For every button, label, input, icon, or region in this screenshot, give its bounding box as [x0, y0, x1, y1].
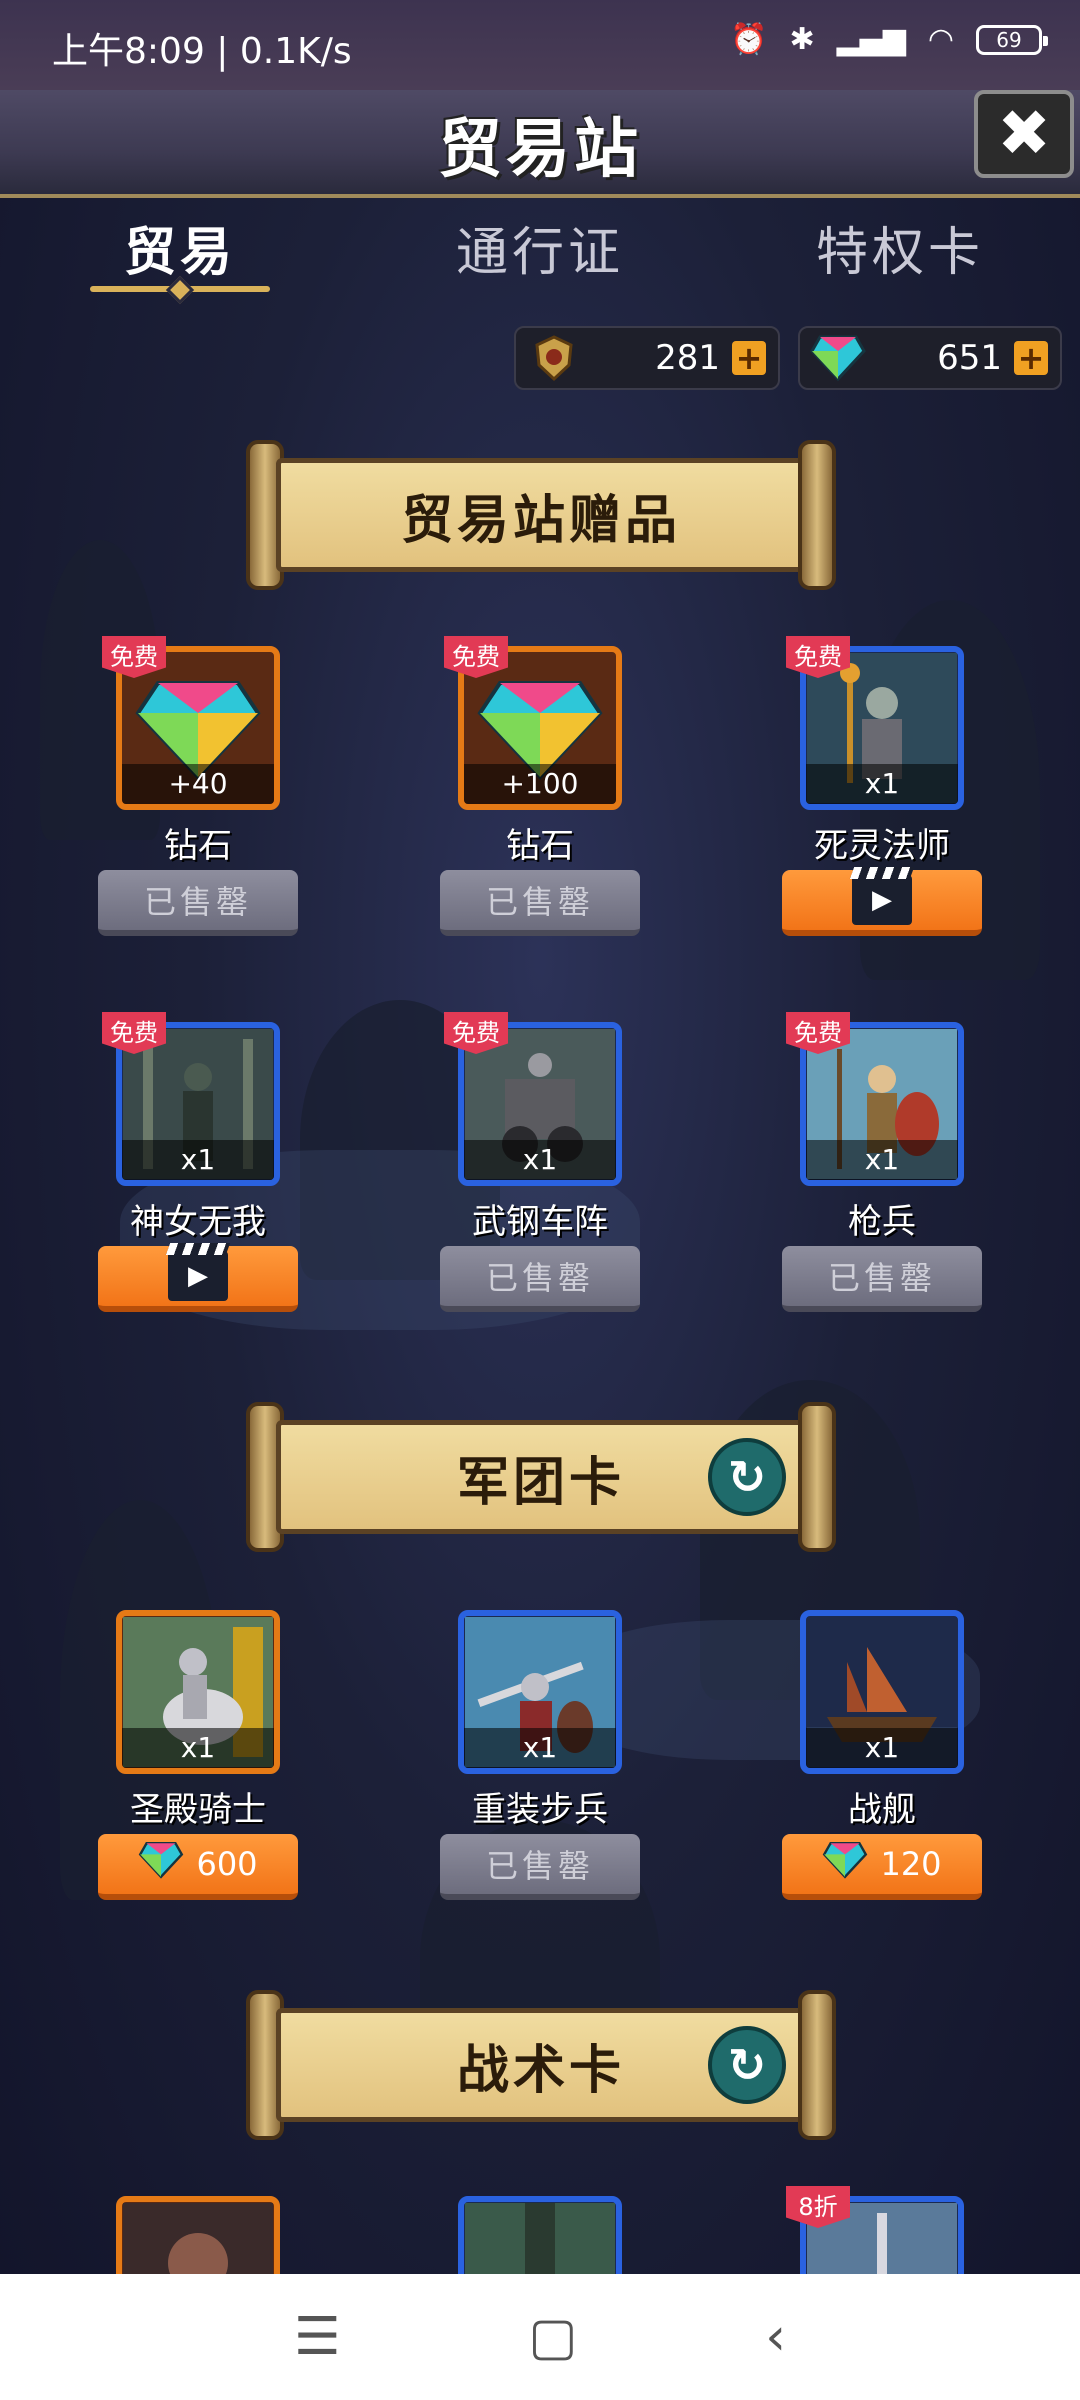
gift-item-goddess[interactable]: x1 免费 神女无我 ▶ — [98, 1012, 298, 1322]
sold-out-button[interactable]: 已售罄 — [440, 1834, 640, 1900]
item-card: x1 — [800, 1610, 964, 1774]
legion-item-heavy-infantry[interactable]: x1 重装步兵 已售罄 — [440, 1610, 640, 1910]
add-diamond-button[interactable]: + — [1014, 341, 1048, 375]
tab-privilege[interactable]: 特权卡 — [780, 210, 1020, 285]
system-nav-bar: ☰ ▢ ‹ — [0, 2274, 1080, 2400]
tactic-art — [122, 2202, 274, 2274]
item-qty: x1 — [122, 1728, 274, 1768]
status-time: 上午8:09 | 0.1K/s — [52, 31, 352, 72]
video-clapper-icon: ▶ — [852, 875, 912, 925]
close-button[interactable]: ✖ — [974, 90, 1074, 178]
status-icons: ⏰ ✱ ▂▄▆ ◠ 69 — [730, 22, 1048, 57]
status-bar: 上午8:09 | 0.1K/s ⏰ ✱ ▂▄▆ ◠ 69 — [0, 0, 1080, 90]
scroll-roll-right — [798, 1990, 836, 2140]
tactics-refresh-button[interactable]: ↻ — [708, 2026, 786, 2104]
legion-item-warship[interactable]: x1 战舰 120 — [782, 1610, 982, 1910]
legion-refresh-button[interactable]: ↻ — [708, 1438, 786, 1516]
price-label: 120 — [880, 1845, 942, 1883]
tab-trade[interactable]: 贸易 — [60, 210, 300, 285]
battery-icon: 69 — [976, 24, 1048, 55]
gifts-banner: 贸易站赠品 — [246, 440, 836, 590]
scroll-roll-right — [798, 1402, 836, 1552]
close-icon: ✖ — [997, 97, 1051, 171]
sold-out-button[interactable]: 已售罄 — [440, 1246, 640, 1312]
item-name: 枪兵 — [848, 1202, 916, 1242]
crest-count: 281 — [655, 338, 720, 378]
price-label: 600 — [196, 1845, 258, 1883]
item-qty: x1 — [806, 1728, 958, 1768]
item-name: 武钢车阵 — [472, 1202, 608, 1242]
item-card — [116, 2196, 280, 2274]
tactic-art — [464, 2202, 616, 2274]
item-name: 钻石 — [506, 826, 574, 866]
buy-button[interactable]: 600 — [98, 1834, 298, 1900]
item-qty: x1 — [806, 764, 958, 804]
video-clapper-icon: ▶ — [168, 1251, 228, 1301]
sold-out-button[interactable]: 已售罄 — [98, 870, 298, 936]
legion-item-templar[interactable]: x1 圣殿骑士 600 — [98, 1610, 298, 1910]
signal-icon: ▂▄▆ — [836, 22, 906, 57]
buy-button[interactable]: 120 — [782, 1834, 982, 1900]
home-icon[interactable]: ▢ — [528, 2307, 577, 2367]
menu-icon[interactable]: ☰ — [294, 2307, 341, 2367]
tactics-item-1[interactable] — [98, 2196, 298, 2274]
diamond-icon — [806, 326, 870, 390]
page-title: 贸易站 — [438, 113, 642, 187]
diamond-count: 651 — [937, 338, 1002, 378]
refresh-icon: ↻ — [727, 1450, 767, 1504]
sold-out-button[interactable]: 已售罄 — [440, 870, 640, 936]
gift-item-diamond-40[interactable]: +40 免费 钻石 已售罄 — [98, 636, 298, 946]
header: 贸易站 ✖ — [0, 90, 1080, 198]
item-card — [458, 2196, 622, 2274]
legion-banner: 军团卡 ↻ — [246, 1402, 836, 1552]
item-name: 圣殿骑士 — [130, 1790, 266, 1830]
refresh-icon: ↻ — [727, 2038, 767, 2092]
item-qty: x1 — [806, 1140, 958, 1180]
currency-crest[interactable]: 281 + — [514, 326, 780, 390]
item-name: 钻石 — [164, 826, 232, 866]
tactics-item-3[interactable]: 8折 — [782, 2186, 982, 2274]
sold-out-button[interactable]: 已售罄 — [782, 1246, 982, 1312]
watch-video-button[interactable]: ▶ — [782, 870, 982, 936]
item-name: 重装步兵 — [472, 1790, 608, 1830]
gift-item-chariot[interactable]: x1 免费 武钢车阵 已售罄 — [440, 1012, 640, 1322]
gift-item-spearman[interactable]: x1 免费 枪兵 已售罄 — [782, 1012, 982, 1322]
gifts-title: 贸易站赠品 — [276, 458, 806, 572]
tactics-banner: 战术卡 ↻ — [246, 1990, 836, 2140]
tab-pass[interactable]: 通行证 — [420, 210, 660, 285]
gift-item-diamond-100[interactable]: +100 免费 钻石 已售罄 — [440, 636, 640, 946]
diamond-icon — [138, 1840, 184, 1888]
item-qty: x1 — [122, 1140, 274, 1180]
alarm-icon: ⏰ — [730, 22, 768, 57]
item-qty: x1 — [464, 1140, 616, 1180]
crest-icon — [522, 326, 586, 390]
gift-item-necromancer[interactable]: x1 免费 死灵法师 ▶ — [782, 636, 982, 946]
tactics-item-2[interactable] — [440, 2196, 640, 2274]
item-qty: x1 — [464, 1728, 616, 1768]
diamond-icon — [822, 1840, 868, 1888]
add-crest-button[interactable]: + — [732, 341, 766, 375]
item-qty: +100 — [464, 764, 616, 804]
item-qty: +40 — [122, 764, 274, 804]
wifi-icon: ◠ — [927, 22, 954, 57]
item-name: 神女无我 — [130, 1202, 266, 1242]
item-name: 战舰 — [848, 1790, 916, 1830]
item-card: x1 — [116, 1610, 280, 1774]
bluetooth-icon: ✱ — [789, 22, 815, 57]
item-card: x1 — [458, 1610, 622, 1774]
watch-video-button[interactable]: ▶ — [98, 1246, 298, 1312]
back-icon[interactable]: ‹ — [765, 2307, 786, 2367]
item-name: 死灵法师 — [814, 826, 950, 866]
scroll-roll-right — [798, 440, 836, 590]
tab-bar: 贸易 通行证 特权卡 — [0, 210, 1080, 310]
currency-diamond[interactable]: 651 + — [798, 326, 1062, 390]
